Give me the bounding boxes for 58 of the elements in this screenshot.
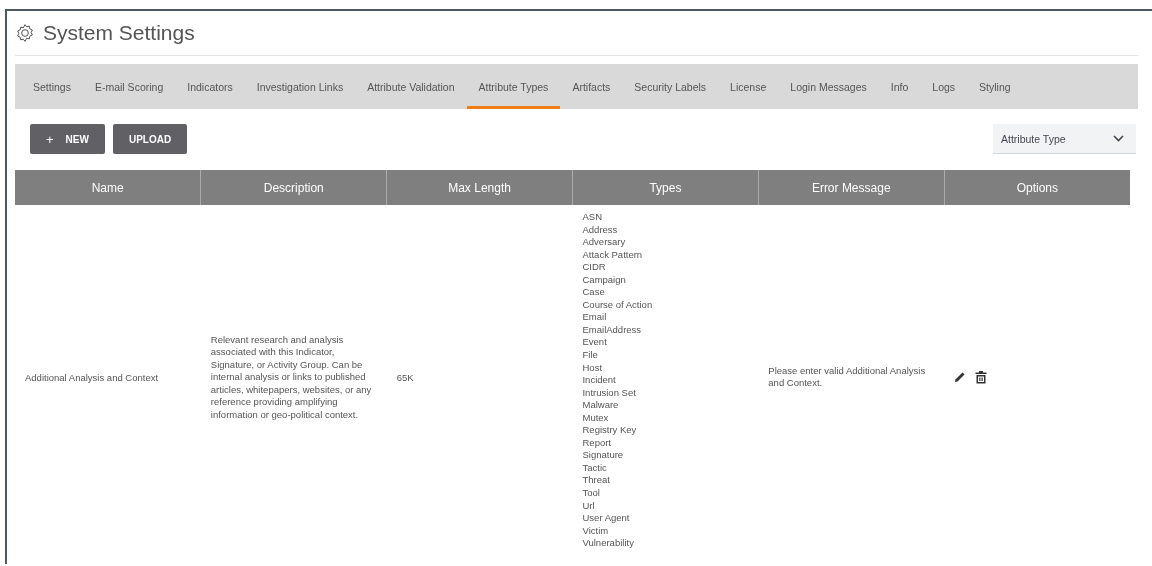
type-item: Report	[582, 436, 612, 450]
type-item: Course of Action	[582, 298, 654, 312]
type-item: Intrusion Set	[582, 386, 637, 400]
type-item: Event	[582, 336, 608, 349]
type-item: User Agent	[582, 512, 631, 525]
type-item: Url	[582, 499, 596, 513]
type-item: Tactic	[582, 461, 608, 475]
tab[interactable]: Logs	[920, 67, 968, 109]
type-item: Attack Pattern	[582, 248, 644, 262]
delete-icon[interactable]	[975, 370, 988, 385]
type-item: File	[582, 349, 599, 362]
attribute-type-select[interactable]: Attribute Type	[993, 124, 1136, 154]
column-header: Error Message	[758, 170, 945, 205]
column-header: Options	[944, 170, 1130, 205]
table-cell-text: Please enter valid Additional Analysis and Context.	[768, 364, 927, 390]
tab[interactable]: Investigation Links	[244, 67, 356, 109]
type-item: Signature	[582, 449, 625, 462]
column-header: Description	[200, 170, 387, 205]
tab[interactable]: Artifacts	[560, 67, 623, 109]
type-item: Adversary	[582, 236, 627, 249]
settings-icon	[15, 23, 35, 43]
type-item: Email	[582, 311, 608, 324]
table-cell: 65K	[396, 371, 414, 383]
upload-button[interactable]: UPLOAD	[112, 124, 188, 154]
tab[interactable]: Attribute Types	[466, 67, 561, 109]
tab[interactable]: Attribute Validation	[355, 67, 467, 109]
tab[interactable]: Styling	[967, 67, 1023, 109]
tab[interactable]: Security Labels	[622, 67, 719, 109]
tab[interactable]: Info	[878, 67, 921, 109]
column-header: Name	[15, 170, 201, 205]
table-cell: Additional Analysis and Context	[25, 371, 159, 383]
new-button[interactable]: + NEW	[30, 124, 105, 154]
tab[interactable]: Settings	[21, 67, 83, 109]
page-title: System Settings	[43, 21, 195, 45]
column-header: Types	[572, 170, 759, 205]
type-item: Malware	[582, 399, 620, 412]
chevron-down-icon	[1113, 135, 1124, 142]
type-item: Case	[582, 286, 606, 299]
edit-icon[interactable]	[954, 371, 967, 384]
tab[interactable]: License	[718, 67, 779, 109]
type-item: Vulnerability	[582, 537, 635, 550]
type-item: Registry Key	[582, 424, 638, 437]
tab[interactable]: Indicators	[175, 67, 245, 109]
type-item: Tool	[582, 487, 601, 500]
type-item: EmailAddress	[582, 323, 643, 337]
table-cell-text: Relevant research and analysis associated with this Indicator, Signature, or Activity Group. Can be internal analysis or links to published articles, whitepapers, websites, or any reference providing amplifying information or geo-political context.	[210, 333, 373, 422]
type-item: Threat	[582, 474, 611, 488]
type-item: Host	[582, 361, 604, 375]
type-item: Mutex	[582, 411, 610, 425]
tab[interactable]: E-mail Scoring	[82, 67, 176, 109]
column-header: Max Length	[386, 170, 573, 205]
type-item: CIDR	[582, 261, 607, 274]
type-item: Incident	[582, 374, 617, 387]
type-item: ASN	[582, 211, 604, 224]
type-item: Campaign	[582, 273, 627, 287]
type-item: Address	[582, 223, 619, 237]
type-item: Victim	[582, 524, 610, 538]
tab[interactable]: Login Messages	[778, 67, 879, 109]
